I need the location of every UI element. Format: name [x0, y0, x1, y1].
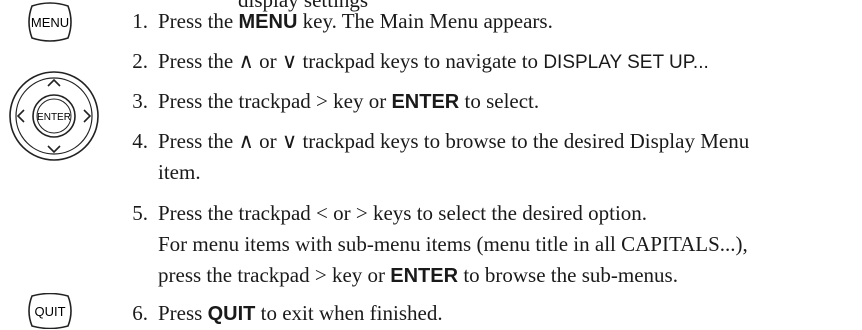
enter-key-label: ENTER: [391, 91, 460, 113]
step-text: Press the ∧ or ∨ trackpad keys to browse…: [158, 129, 750, 153]
step-text: Press the: [158, 9, 239, 33]
step-4: 4. Press the ∧ or ∨ trackpad keys to brow…: [114, 126, 749, 157]
step-5-continuation: press the trackpad > key or ENTER to bro…: [158, 260, 678, 292]
step-text: Press: [158, 301, 208, 325]
trackpad-icon: ENTER: [9, 71, 99, 161]
step-number: 5.: [132, 201, 148, 225]
step-6: 6. Press QUIT to exit when finished.: [114, 298, 443, 330]
step-5: 5. Press the trackpad < or > keys to sele…: [114, 198, 647, 229]
step-number: 4.: [132, 129, 148, 153]
svg-text:MENU: MENU: [31, 15, 69, 30]
menu-item-label: DISPLAY SET UP...: [543, 52, 709, 73]
step-text: Press the ∧ or ∨ trackpad keys to naviga…: [158, 49, 544, 73]
step-text: to exit when finished.: [255, 301, 443, 325]
step-text: Press the trackpad > key or: [158, 89, 392, 113]
step-number: 1.: [132, 9, 148, 33]
step-5-continuation: For menu items with sub-menu items (menu…: [158, 232, 748, 256]
step-text: to browse the sub-menus.: [458, 263, 678, 287]
enter-key-label: ENTER: [390, 265, 459, 287]
step-number: 2.: [132, 49, 148, 73]
step-text: key. The Main Menu appears.: [297, 9, 553, 33]
svg-text:QUIT: QUIT: [34, 304, 65, 319]
step-text: to select.: [459, 89, 540, 113]
step-4-continuation: item.: [158, 160, 201, 184]
step-3: 3. Press the trackpad > key or ENTER to s…: [114, 86, 539, 118]
step-text: Press the trackpad < or > keys to select…: [158, 201, 648, 225]
menu-key-label: MENU: [238, 11, 298, 33]
step-text: press the trackpad > key or: [158, 263, 391, 287]
svg-text:ENTER: ENTER: [37, 112, 71, 123]
quit-key-label: QUIT: [207, 303, 256, 325]
step-number: 3.: [132, 89, 148, 113]
step-1: 1. Press the MENU key. The Main Menu appe…: [114, 6, 553, 38]
step-2: 2. Press the ∧ or ∨ trackpad keys to navi…: [114, 46, 709, 78]
menu-key-icon: MENU: [28, 2, 72, 42]
quit-key-icon: QUIT: [28, 293, 72, 329]
step-number: 6.: [132, 301, 148, 325]
